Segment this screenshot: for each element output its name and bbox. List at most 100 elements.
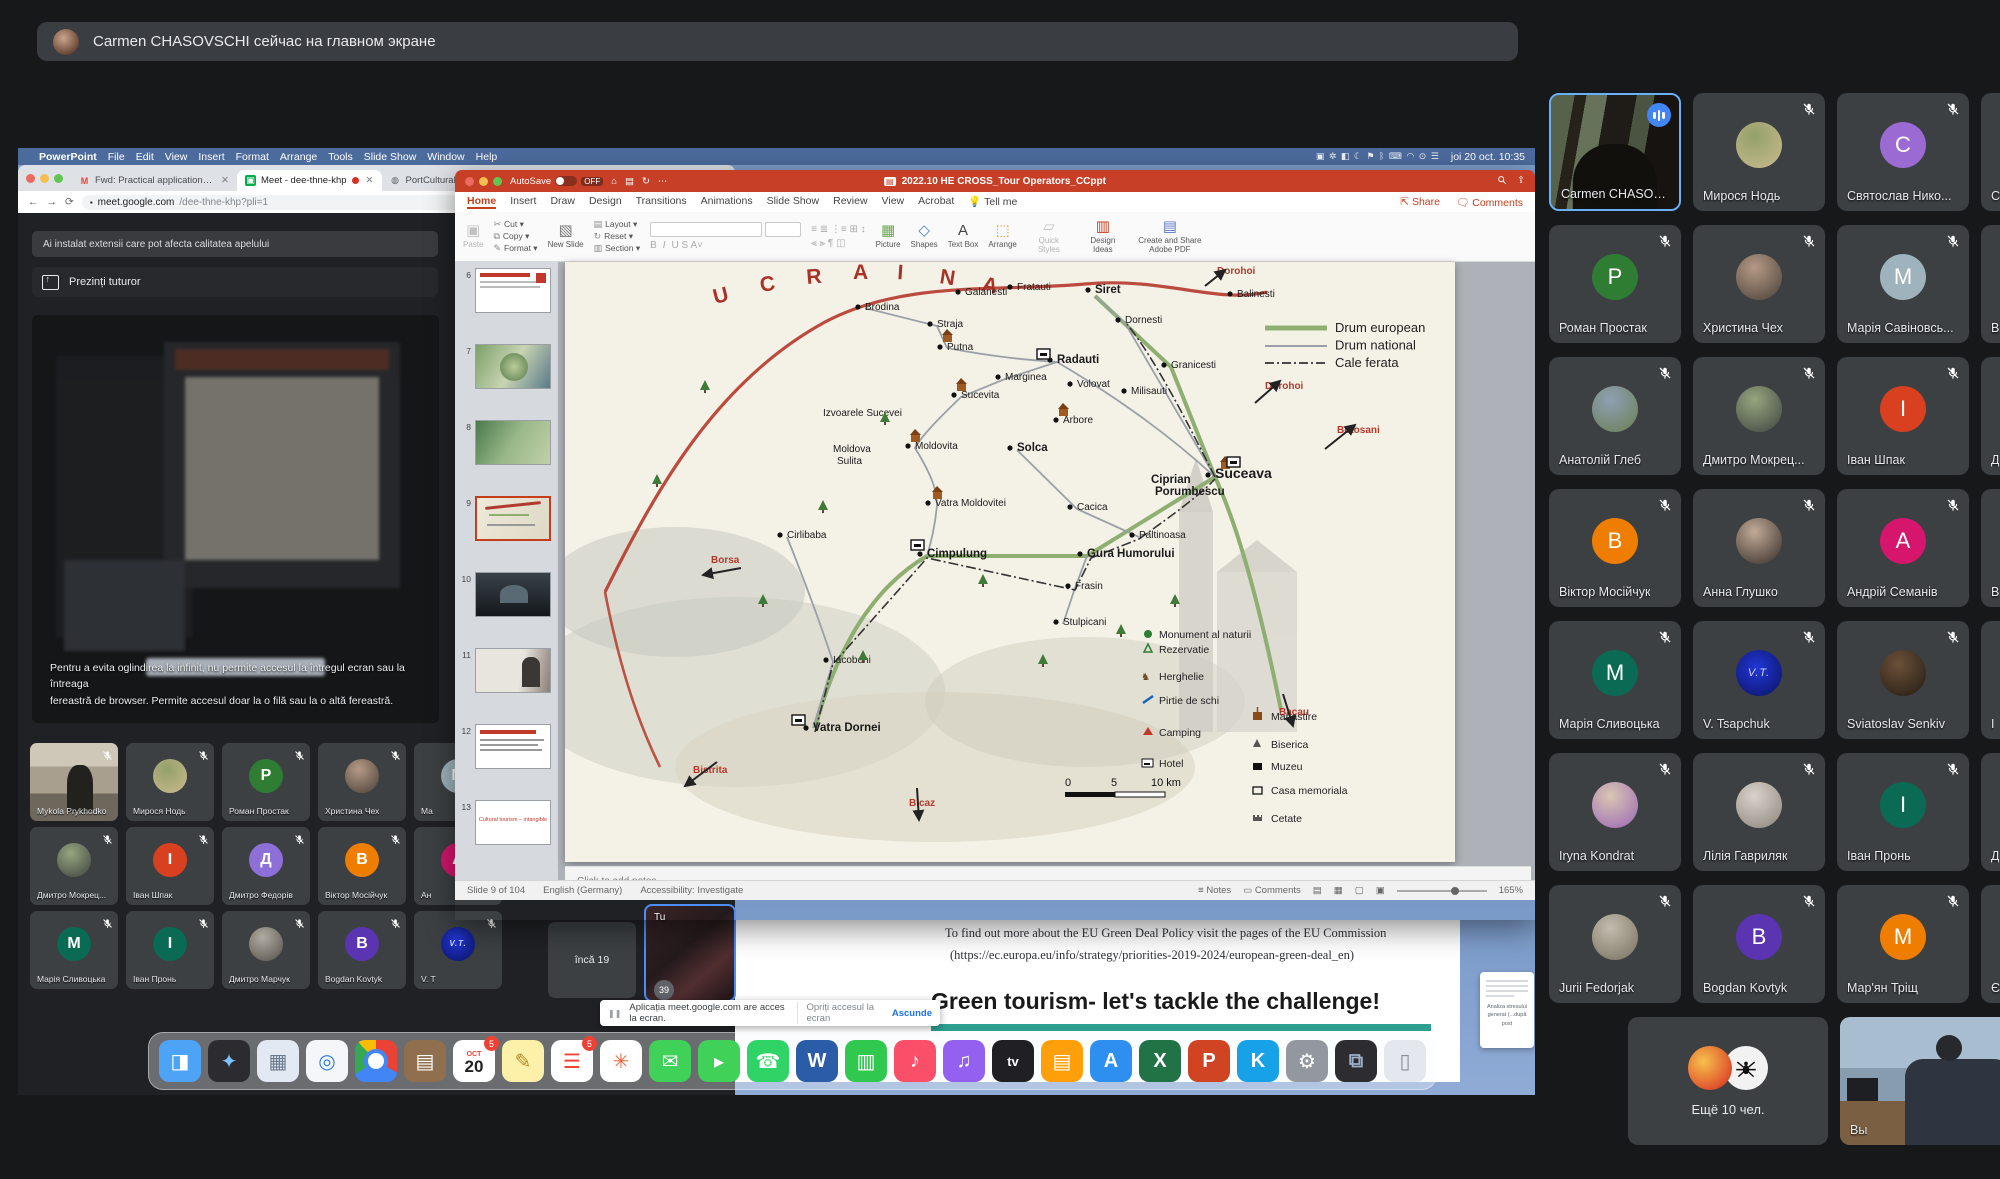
ppt-tab-draw[interactable]: Draw bbox=[550, 195, 575, 209]
dock-trash-icon[interactable]: ▯ bbox=[1384, 1040, 1426, 1082]
font-size-select[interactable] bbox=[765, 222, 802, 237]
dock-appstore-icon[interactable]: A bbox=[1090, 1040, 1132, 1082]
participant-tile-Андрій-Семанів[interactable]: A Андрій Семанів bbox=[1837, 489, 1969, 607]
slide-thumbnail-12[interactable]: 12 bbox=[455, 722, 558, 798]
more-icon[interactable]: ⋯ bbox=[658, 176, 668, 187]
participant-tile-С[interactable]: СС bbox=[1981, 93, 2000, 211]
dock-messages-icon[interactable]: ✉ bbox=[649, 1040, 691, 1082]
participant-tile-Христина-Чех[interactable]: Христина Чех bbox=[1693, 225, 1825, 343]
slide-thumbnail-9[interactable]: 9 bbox=[455, 494, 558, 570]
mini-tile-Іван Шпак[interactable]: І Іван Шпак bbox=[126, 827, 214, 905]
language-status[interactable]: English (Germany) bbox=[543, 885, 622, 896]
participant-tile-Sviatoslav-Senkiv[interactable]: Sviatoslav Senkiv bbox=[1837, 621, 1969, 739]
participant-tile-Дмитро-Мокрец...[interactable]: Дмитро Мокрец... bbox=[1693, 357, 1825, 475]
ribbon-layout[interactable]: ▤ Layout ▾ bbox=[594, 219, 641, 230]
pause-icon[interactable]: ❚❚ bbox=[608, 1009, 621, 1018]
dock-launchpad-icon[interactable]: ▦ bbox=[257, 1040, 299, 1082]
ppt-tab-design[interactable]: Design bbox=[589, 195, 622, 209]
accessibility-status[interactable]: Accessibility: Investigate bbox=[640, 885, 743, 896]
sync-icon[interactable]: ↻ bbox=[642, 176, 650, 187]
participant-tile-Д[interactable]: ДД bbox=[1981, 753, 2000, 871]
ppt-tab-home[interactable]: Home bbox=[467, 195, 496, 209]
menubar-app-name[interactable]: PowerPoint bbox=[39, 151, 97, 163]
dock-numbers-icon[interactable]: ▥ bbox=[845, 1040, 887, 1082]
participant-tile-Марія-Сливоцька[interactable]: M Марія Сливоцька bbox=[1549, 621, 1681, 739]
chrome-traffic-lights[interactable] bbox=[26, 174, 63, 183]
more-participants-tile[interactable]: Ещё 10 чел. bbox=[1628, 1017, 1828, 1145]
desktop-document-icon[interactable]: Analiza stresului generat (...după post bbox=[1480, 972, 1534, 1048]
dock-excel-icon[interactable]: X bbox=[1139, 1040, 1181, 1082]
dock-settings-icon[interactable]: ⚙ bbox=[1286, 1040, 1328, 1082]
ribbon-create-and-share-adobe-pdf[interactable]: ▤ Create and Share Adobe PDF bbox=[1135, 218, 1205, 255]
dock-photos-icon[interactable]: ✳ bbox=[600, 1040, 642, 1082]
ribbon-copy[interactable]: ⧉ Copy ▾ bbox=[493, 231, 537, 242]
participant-tile-Іван-Шпак[interactable]: І Іван Шпак bbox=[1837, 357, 1969, 475]
slide-thumbnail-13[interactable]: 13 Cultural tourism – intangible bbox=[455, 798, 558, 874]
participant-tile-Анатолій-Глеб[interactable]: Анатолій Глеб bbox=[1549, 357, 1681, 475]
participant-tile-І[interactable]: ІІ bbox=[1981, 621, 2000, 739]
comments-toggle[interactable]: ▭ Comments bbox=[1243, 885, 1301, 896]
participant-tile-Роман-Простак[interactable]: P Роман Простак bbox=[1549, 225, 1681, 343]
slide-thumbnail-6[interactable]: 6 bbox=[455, 266, 558, 342]
menubar-menu-tools[interactable]: Tools bbox=[328, 151, 353, 163]
notes-toggle[interactable]: ≡ Notes bbox=[1198, 885, 1231, 896]
ppt-search-icon[interactable] bbox=[1497, 175, 1507, 188]
participant-tile-Є[interactable]: ЄЄ bbox=[1981, 885, 2000, 1003]
ppt-share-icon[interactable]: ⇪ bbox=[1517, 175, 1525, 188]
participant-tile-V.-Tsapchuk[interactable]: V.T. V. Tsapchuk bbox=[1693, 621, 1825, 739]
mini-tile-Дмитро Федорів[interactable]: Д Дмитро Федорів bbox=[222, 827, 310, 905]
ppt-tab-slide-show[interactable]: Slide Show bbox=[767, 195, 820, 209]
address-bar[interactable]: ▪ meet.google.com/dee-thne-khp?pli=1 bbox=[81, 194, 518, 210]
mini-tile-Христина Чех[interactable]: Христина Чех bbox=[318, 743, 406, 821]
menubar-menu-window[interactable]: Window bbox=[427, 151, 464, 163]
dock-chrome-icon[interactable] bbox=[355, 1040, 397, 1082]
menubar-menu-format[interactable]: Format bbox=[236, 151, 269, 163]
ppt-tab-transitions[interactable]: Transitions bbox=[636, 195, 687, 209]
hide-banner-button[interactable]: Ascunde bbox=[892, 1008, 932, 1019]
mini-tile-Мирося Нодь[interactable]: Мирося Нодь bbox=[126, 743, 214, 821]
view-reading-icon[interactable]: ▢ bbox=[1355, 885, 1364, 896]
mini-tile-Mykola Prykhodko[interactable]: Mykola Prykhodko bbox=[30, 743, 118, 821]
doc2-link[interactable]: (https://ec.europa.eu/info/strategy/prio… bbox=[950, 948, 1354, 963]
menubar-menu-view[interactable]: View bbox=[165, 151, 188, 163]
dock-safari-icon[interactable]: ◎ bbox=[306, 1040, 348, 1082]
tab-close-icon[interactable]: ✕ bbox=[221, 175, 229, 186]
participant-tile-Carmen-CHASOV...[interactable]: Carmen CHASOV... bbox=[1549, 93, 1681, 211]
chrome-tab-fwd:[interactable]: M Fwd: Practical application - c ✕ bbox=[71, 170, 237, 191]
participant-tile-Анна-Глушко[interactable]: Анна Глушко bbox=[1693, 489, 1825, 607]
ribbon-arrange[interactable]: ⬚ Arrange bbox=[988, 223, 1016, 250]
mini-tile-Віктор Мосійчук[interactable]: B Віктор Мосійчук bbox=[318, 827, 406, 905]
dock-podcasts-icon[interactable]: ♫ bbox=[943, 1040, 985, 1082]
view-sorter-icon[interactable]: ▦ bbox=[1334, 885, 1343, 896]
participant-tile-Мирося-Нодь[interactable]: Мирося Нодь bbox=[1693, 93, 1825, 211]
ribbon-new-slide[interactable]: ▧ New Slide bbox=[548, 223, 584, 250]
participant-tile-Jurii-Fedorjak[interactable]: Jurii Fedorjak bbox=[1549, 885, 1681, 1003]
home-icon[interactable]: ⌂ bbox=[611, 176, 617, 187]
ribbon-text-box[interactable]: A Text Box bbox=[948, 223, 979, 250]
dock-siri-icon[interactable]: ✦ bbox=[208, 1040, 250, 1082]
ribbon-quick-styles[interactable]: ▱ Quick Styles bbox=[1027, 218, 1071, 255]
slide-thumbnail-11[interactable]: 11 bbox=[455, 646, 558, 722]
dock-keynote-icon[interactable]: K bbox=[1237, 1040, 1279, 1082]
ribbon-reset[interactable]: ↻ Reset ▾ bbox=[594, 231, 641, 242]
ribbon-design-ideas[interactable]: ▥ Design Ideas bbox=[1081, 218, 1125, 255]
menubar-status-icons[interactable]: ▣ ✲ ◧ ☾ ⚑ ᛒ ⌨ ◠ ⊙ ☰ bbox=[1316, 151, 1440, 162]
ppt-traffic-lights[interactable] bbox=[465, 176, 502, 186]
slide-thumbnail-10[interactable]: 10 bbox=[455, 570, 558, 646]
slide-thumbnail-8[interactable]: 8 bbox=[455, 418, 558, 494]
ppt-tab-view[interactable]: View bbox=[882, 195, 905, 209]
font-family-select[interactable] bbox=[650, 222, 763, 237]
self-view-tile[interactable]: Вы bbox=[1840, 1017, 2000, 1145]
mini-tile-Дмитро Мокрец...[interactable]: Дмитро Мокрец... bbox=[30, 827, 118, 905]
menubar-menu-edit[interactable]: Edit bbox=[136, 151, 154, 163]
participant-tile-Святослав-Нико...[interactable]: C Святослав Нико... bbox=[1837, 93, 1969, 211]
tab-close-icon[interactable]: ✕ bbox=[366, 175, 374, 186]
mini-tile-Дмитро Марчук[interactable]: Дмитро Марчук bbox=[222, 911, 310, 989]
ribbon-shapes[interactable]: ◇ Shapes bbox=[911, 223, 938, 250]
view-slideshow-icon[interactable]: ▣ bbox=[1376, 885, 1385, 896]
mini-tile-V. T[interactable]: V.T. V. T bbox=[414, 911, 502, 989]
dock-notes-icon[interactable]: ✎ bbox=[502, 1040, 544, 1082]
ppt-tab-tell-me[interactable]: 💡 Tell me bbox=[968, 195, 1017, 209]
overflow-count-tile[interactable]: încă 19 bbox=[548, 922, 636, 998]
menubar-menu-help[interactable]: Help bbox=[476, 151, 498, 163]
